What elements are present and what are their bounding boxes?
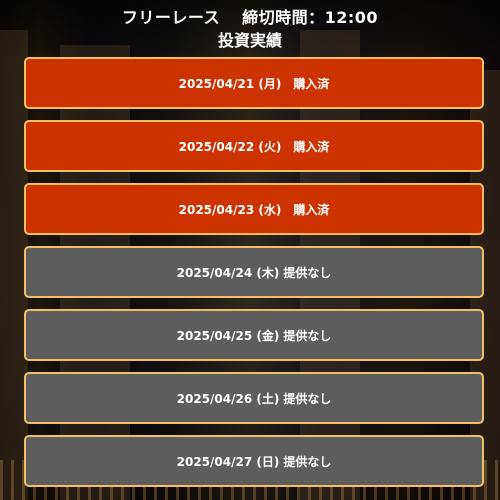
day-row[interactable]: 2025/04/26 (土) 提供なし bbox=[24, 372, 484, 424]
day-row[interactable]: 2025/04/21 (月) 購入済 bbox=[24, 57, 484, 109]
day-date: 2025/04/26 (土) bbox=[176, 391, 280, 406]
deadline-label: 締切時間：12:00 bbox=[242, 8, 379, 27]
day-date: 2025/04/27 (日) bbox=[176, 454, 280, 469]
results-list: 2025/04/21 (月) 購入済 2025/04/22 (火) 購入済 2025… bbox=[24, 57, 484, 498]
race-info: フリーレース 締切時間：12:00 bbox=[0, 8, 500, 28]
day-date: 2025/04/24 (木) bbox=[176, 265, 280, 280]
page-header: フリーレース 締切時間：12:00 投資実績 bbox=[0, 0, 500, 56]
day-status: 提供なし bbox=[283, 454, 332, 469]
race-label: フリーレース bbox=[121, 8, 221, 27]
day-row[interactable]: 2025/04/23 (水) 購入済 bbox=[24, 183, 484, 235]
day-status: 購入済 bbox=[293, 76, 330, 91]
day-status: 提供なし bbox=[283, 328, 332, 343]
day-date: 2025/04/25 (金) bbox=[176, 328, 280, 343]
day-date: 2025/04/22 (火) bbox=[178, 139, 282, 154]
day-row[interactable]: 2025/04/25 (金) 提供なし bbox=[24, 309, 484, 361]
page-subtitle: 投資実績 bbox=[217, 31, 282, 50]
day-date: 2025/04/21 (月) bbox=[178, 76, 282, 91]
day-row[interactable]: 2025/04/27 (日) 提供なし bbox=[24, 435, 484, 487]
day-date: 2025/04/23 (水) bbox=[178, 202, 282, 217]
day-status: 購入済 bbox=[293, 202, 330, 217]
day-status: 購入済 bbox=[293, 139, 330, 154]
day-status: 提供なし bbox=[283, 265, 332, 280]
day-status: 提供なし bbox=[283, 391, 332, 406]
day-row[interactable]: 2025/04/24 (木) 提供なし bbox=[24, 246, 484, 298]
day-row[interactable]: 2025/04/22 (火) 購入済 bbox=[24, 120, 484, 172]
